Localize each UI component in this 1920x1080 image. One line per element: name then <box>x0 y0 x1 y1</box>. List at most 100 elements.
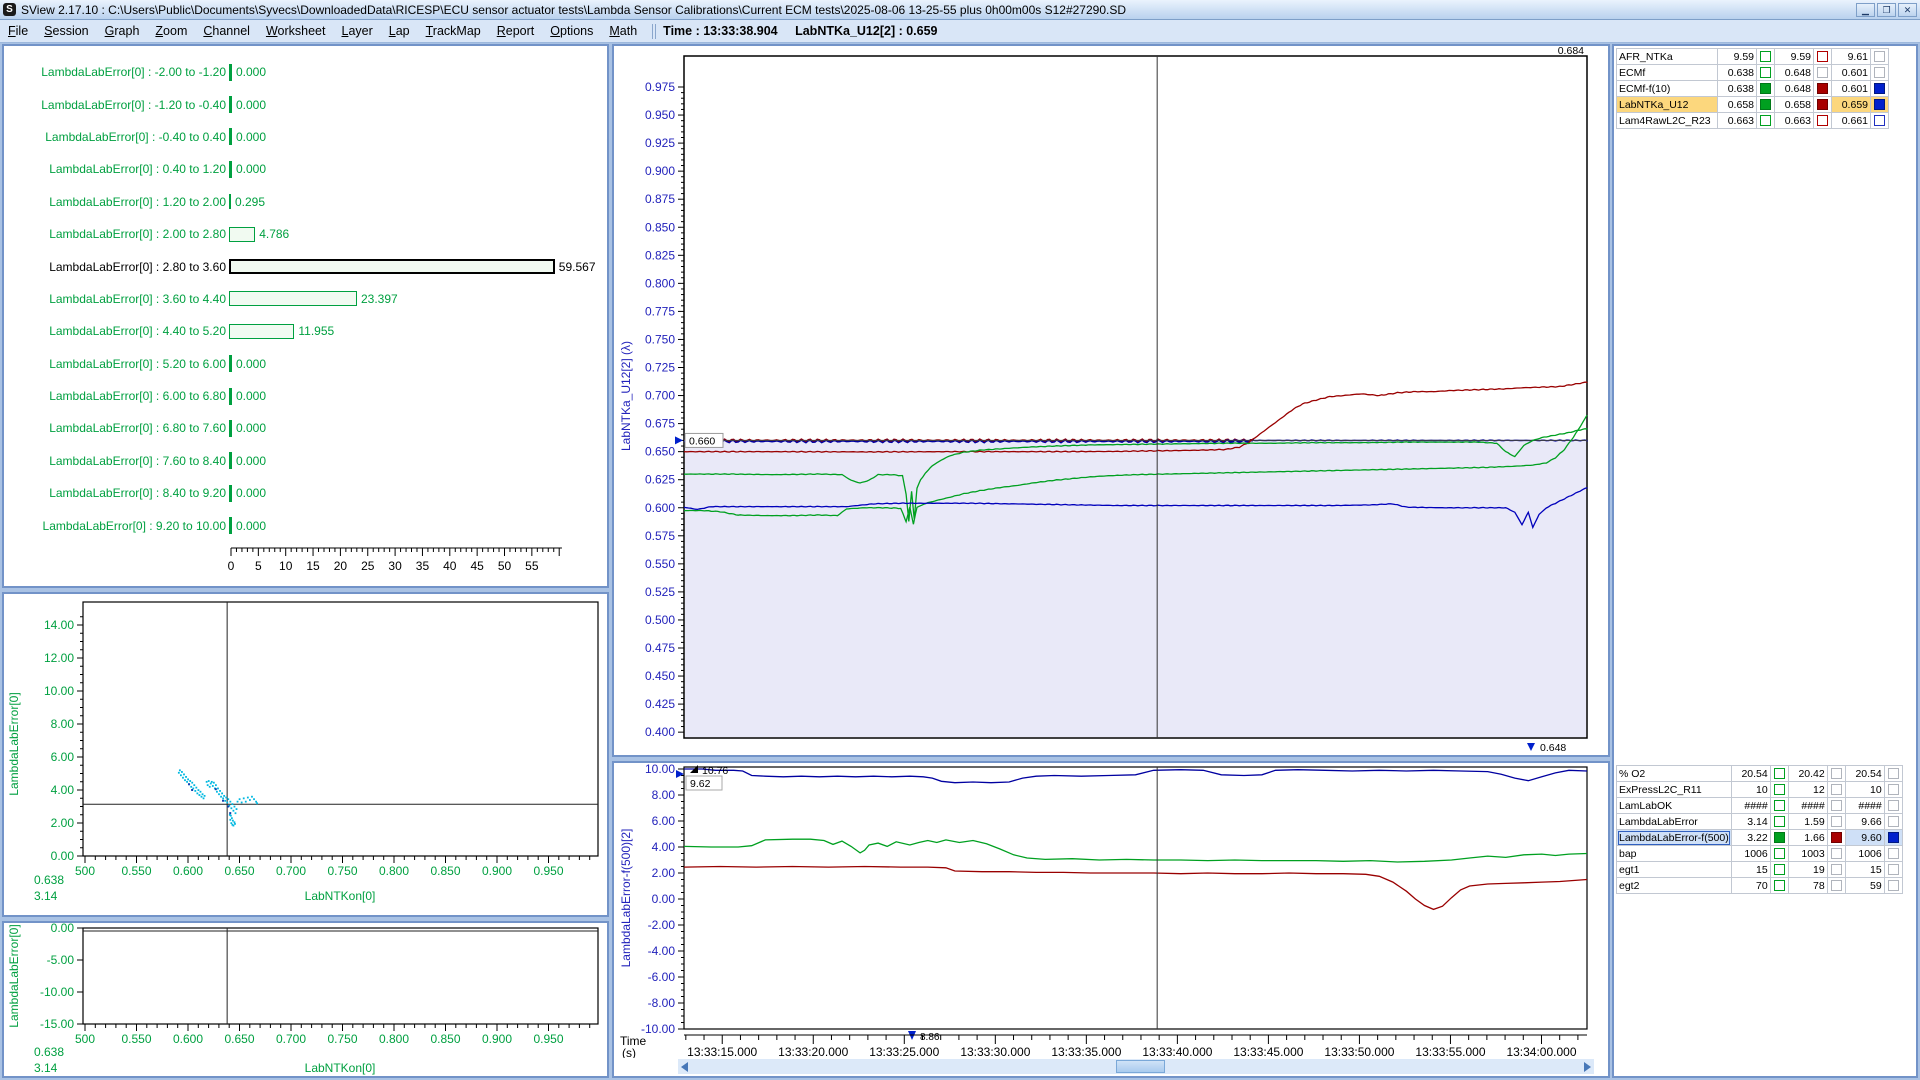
svg-text:0.500: 0.500 <box>645 613 675 627</box>
scatter-top-panel: 0.002.004.006.008.0010.0012.0014.005000.… <box>2 592 609 917</box>
svg-text:0.950: 0.950 <box>533 864 563 878</box>
swatch-filled-icon <box>1831 832 1842 843</box>
histogram-bin-value: 0.000 <box>236 389 266 403</box>
channel-row-lamlabok[interactable]: LamLabOK############ <box>1617 798 1903 814</box>
svg-text:6.00: 6.00 <box>652 814 676 828</box>
svg-text:0.475: 0.475 <box>645 641 675 655</box>
menu-item-worksheet[interactable]: Worksheet <box>258 22 334 40</box>
menu-item-report[interactable]: Report <box>489 22 543 40</box>
time-tick-label: 13:33:50.000 <box>1324 1045 1394 1058</box>
menu-item-layer[interactable]: Layer <box>333 22 380 40</box>
channel-value: 0.648 <box>1775 81 1814 97</box>
svg-text:0.550: 0.550 <box>121 1032 151 1046</box>
histogram-bin-label: LambdaLabError[0] : 6.80 to 7.60 <box>4 421 226 435</box>
swatch-outline-icon <box>1888 880 1899 891</box>
histogram-row: LambdaLabError[0] : 2.80 to 3.6059.567 <box>4 250 607 282</box>
scatter-bottom-plot[interactable]: 0.00-5.00-10.00-15.005000.5500.6000.6500… <box>4 923 607 1076</box>
histogram-bin-value: 0.000 <box>236 65 266 79</box>
channel-value: 9.66 <box>1845 814 1884 830</box>
channel-color-swatch <box>1757 49 1775 65</box>
scatter-point <box>234 806 236 808</box>
scroll-left-icon[interactable] <box>681 1062 688 1072</box>
channel-row-ecmf[interactable]: ECMf0.6380.6480.601 <box>1617 65 1889 81</box>
menu-item-zoom[interactable]: Zoom <box>147 22 195 40</box>
scatter-point <box>218 793 220 795</box>
scatter-point <box>202 793 204 795</box>
histogram-bin-value: 0.295 <box>235 195 265 209</box>
swatch-outline-icon <box>1774 784 1785 795</box>
menu-item-file[interactable]: File <box>0 22 36 40</box>
scatter-point <box>212 785 214 787</box>
channel-color-swatch <box>1814 97 1832 113</box>
channel-color-swatch <box>1871 97 1889 113</box>
svg-text:0.725: 0.725 <box>645 361 675 375</box>
channel-row-ecmf-f-10-[interactable]: ECMf-f(10)0.6380.6480.601 <box>1617 81 1889 97</box>
menu-item-graph[interactable]: Graph <box>97 22 148 40</box>
histogram-bar <box>229 355 232 372</box>
channel-row-egt2[interactable]: egt2707859 <box>1617 878 1903 894</box>
scatter-top-plot[interactable]: 0.002.004.006.008.0010.0012.0014.005000.… <box>4 594 607 915</box>
scatter-point <box>233 825 235 827</box>
svg-text:0.850: 0.850 <box>645 220 675 234</box>
menu-item-math[interactable]: Math <box>601 22 645 40</box>
channel-row-lambdalaberror-f-500-[interactable]: LambdaLabError-f(500)3.221.669.60 <box>1617 830 1903 846</box>
channel-value: 0.658 <box>1775 97 1814 113</box>
channel-color-swatch <box>1827 782 1845 798</box>
menu-item-trackmap[interactable]: TrackMap <box>418 22 489 40</box>
channel-value: 0.601 <box>1832 81 1871 97</box>
time-scrollbar[interactable] <box>678 1059 1594 1074</box>
channel-value: 59 <box>1845 878 1884 894</box>
swatch-outline-icon <box>1831 816 1842 827</box>
histogram-row: LambdaLabError[0] : -2.00 to -1.200.000 <box>4 56 607 88</box>
scatter-point <box>190 786 192 788</box>
scatter-point <box>210 783 212 785</box>
channel-row-lambdalaberror[interactable]: LambdaLabError3.141.599.66 <box>1617 814 1903 830</box>
channel-color-swatch <box>1770 798 1788 814</box>
svg-text:0.600: 0.600 <box>173 1032 203 1046</box>
svg-text:-6.00: -6.00 <box>648 970 676 984</box>
histogram-bin-value: 23.397 <box>361 292 398 306</box>
channel-row-expressl2c-r11[interactable]: ExPressL2C_R11101210 <box>1617 782 1903 798</box>
scatter-point <box>215 784 217 786</box>
main-chart-plot[interactable]: 0.4000.4250.4500.4750.5000.5250.5500.575… <box>614 46 1608 755</box>
channel-color-swatch <box>1814 65 1832 81</box>
svg-text:0.825: 0.825 <box>645 248 675 262</box>
channel-name: ExPressL2C_R11 <box>1617 782 1732 798</box>
scroll-right-icon[interactable] <box>1584 1062 1591 1072</box>
histogram-bin-value: 59.567 <box>559 260 596 274</box>
menu-item-channel[interactable]: Channel <box>195 22 258 40</box>
scatter-point <box>245 801 247 803</box>
svg-text:40: 40 <box>443 559 457 573</box>
lower-chart-plot[interactable]: -10.00-8.00-6.00-4.00-2.000.002.004.006.… <box>614 763 1608 1058</box>
menu-item-session[interactable]: Session <box>36 22 96 40</box>
channel-row-bap[interactable]: bap100610031006 <box>1617 846 1903 862</box>
channel-row-lam4rawl2c-r23[interactable]: Lam4RawL2C_R230.6630.6630.661 <box>1617 113 1889 129</box>
scroll-thumb[interactable] <box>1116 1060 1164 1073</box>
close-button[interactable]: ✕ <box>1898 3 1917 17</box>
menu-item-options[interactable]: Options <box>542 22 601 40</box>
scatter-point <box>213 782 215 784</box>
swatch-outline-icon <box>1831 800 1842 811</box>
channel-row--o2[interactable]: % O220.5420.4220.54 <box>1617 766 1903 782</box>
minimize-button[interactable]: ▁ <box>1856 3 1875 17</box>
menu-item-lap[interactable]: Lap <box>381 22 418 40</box>
scatter-point <box>231 803 233 805</box>
svg-text:0.850: 0.850 <box>430 1032 460 1046</box>
channel-row-labntka-u12[interactable]: LabNTKa_U120.6580.6580.659 <box>1617 97 1889 113</box>
y-axis-label: LambdaLabError[0] <box>7 924 21 1027</box>
histogram-bin-value: 4.786 <box>259 227 289 241</box>
channel-color-swatch <box>1827 766 1845 782</box>
swatch-outline-icon <box>1774 816 1785 827</box>
channel-row-afr-ntka[interactable]: AFR_NTKa9.599.599.61 <box>1617 49 1889 65</box>
channel-row-egt1[interactable]: egt1151915 <box>1617 862 1903 878</box>
menu-items: FileSessionGraphZoomChannelWorksheetLaye… <box>0 22 645 40</box>
svg-text:500: 500 <box>75 1032 95 1046</box>
maximize-button[interactable]: ❐ <box>1877 3 1896 17</box>
swatch-outline-icon <box>1874 115 1885 126</box>
histogram-bin-value: 0.000 <box>236 357 266 371</box>
swatch-outline-icon <box>1774 768 1785 779</box>
histogram-row: LambdaLabError[0] : 0.40 to 1.200.000 <box>4 153 607 185</box>
histogram-bar <box>229 452 232 469</box>
histogram-row: LambdaLabError[0] : 4.40 to 5.2011.955 <box>4 315 607 347</box>
svg-text:30: 30 <box>388 559 402 573</box>
